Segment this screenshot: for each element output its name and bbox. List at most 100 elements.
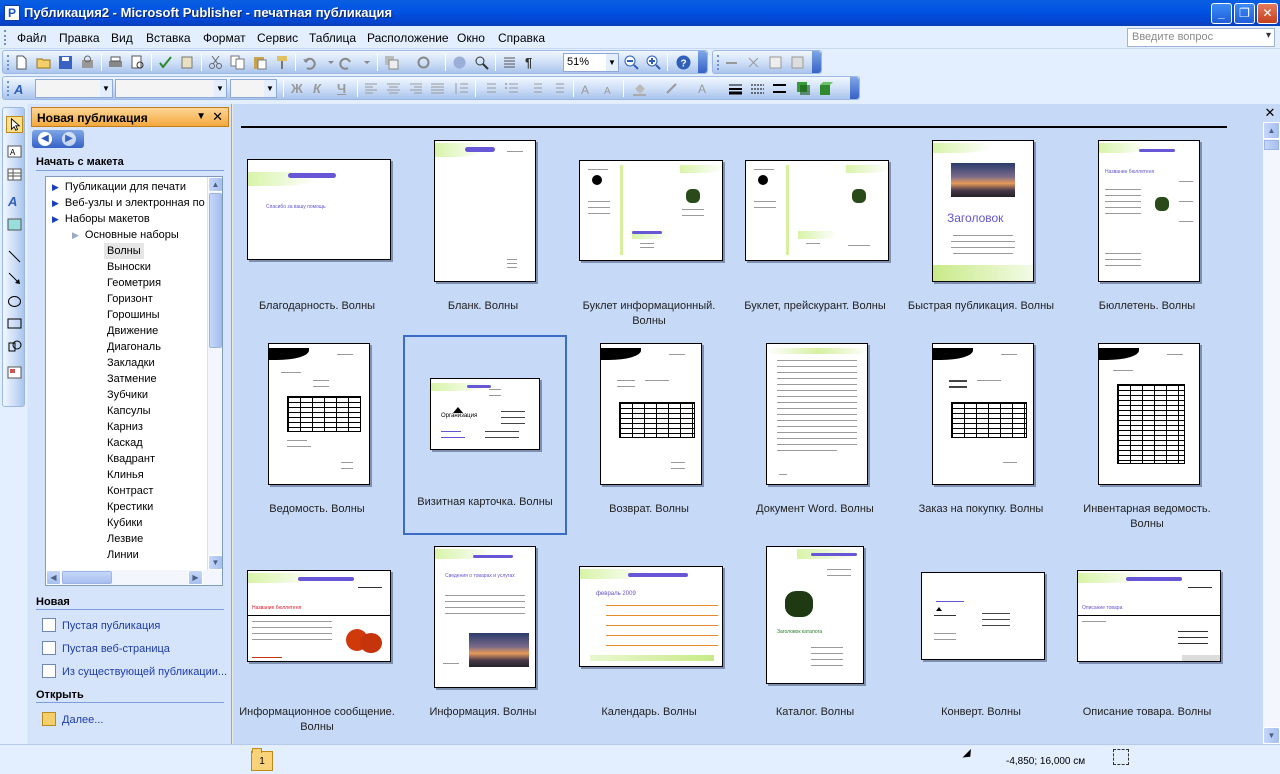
shadow-style-icon[interactable] bbox=[795, 80, 812, 97]
tree-item[interactable]: Лезвие bbox=[107, 531, 143, 547]
cut-icon[interactable] bbox=[207, 54, 224, 71]
zoom-in-icon[interactable] bbox=[645, 54, 662, 71]
tile-word-document[interactable]: Документ Word. Волны bbox=[733, 342, 897, 542]
tile-quick-publication[interactable]: Заголовок Быстрая публикация. Волны bbox=[899, 139, 1063, 339]
increase-indent-icon[interactable] bbox=[549, 80, 566, 97]
gallery-vertical-scrollbar[interactable]: ▲ ▼ bbox=[1263, 122, 1280, 744]
tile-brochure-info[interactable]: Буклет информационный. Волны bbox=[567, 139, 731, 339]
tile-envelope[interactable]: Конверт. Волны bbox=[899, 545, 1063, 745]
scroll-down-icon[interactable]: ▼ bbox=[1263, 727, 1280, 744]
italic-icon[interactable]: К bbox=[313, 81, 321, 96]
decrease-font-icon[interactable]: A bbox=[601, 80, 618, 97]
font-size-select[interactable]: ▼ bbox=[230, 79, 277, 98]
tree-horizontal-scrollbar[interactable]: ◀ ▶ bbox=[46, 570, 222, 585]
line-tool-icon[interactable] bbox=[6, 248, 23, 265]
publisher-app-icon[interactable] bbox=[4, 5, 20, 21]
tile-letterhead[interactable]: Бланк. Волны bbox=[401, 139, 565, 339]
scroll-thumb[interactable] bbox=[1264, 140, 1279, 150]
tile-newsletter[interactable]: Название бюллетеня Бюллетень. Волны bbox=[1065, 139, 1229, 339]
rectangle-tool-icon[interactable] bbox=[6, 315, 23, 332]
tree-item[interactable]: Крестики bbox=[107, 499, 153, 515]
print-preview-icon[interactable] bbox=[129, 54, 146, 71]
tree-item[interactable]: Затмение bbox=[107, 371, 157, 387]
menu-view[interactable]: Вид bbox=[111, 31, 133, 45]
forward-icon[interactable]: ▶ bbox=[62, 132, 76, 146]
line-color-icon[interactable] bbox=[663, 80, 680, 97]
scroll-right-icon[interactable]: ▶ bbox=[188, 570, 203, 585]
from-existing-link[interactable]: Из существующей публикации... bbox=[42, 664, 227, 678]
copy-icon[interactable] bbox=[229, 54, 246, 71]
tree-item[interactable]: Горизонт bbox=[107, 291, 153, 307]
menu-file[interactable]: Файл bbox=[17, 31, 47, 45]
tree-item[interactable]: Зубчики bbox=[107, 387, 148, 403]
autoshapes-tool-icon[interactable] bbox=[6, 338, 23, 355]
bring-forward-icon[interactable] bbox=[383, 54, 400, 71]
tree-item[interactable]: Квадрант bbox=[107, 451, 155, 467]
align-right-icon[interactable] bbox=[407, 80, 424, 97]
align-center-icon[interactable] bbox=[385, 80, 402, 97]
minimize-button[interactable]: _ bbox=[1211, 3, 1232, 24]
redo-icon[interactable] bbox=[337, 54, 354, 71]
scroll-up-icon[interactable]: ▲ bbox=[1263, 122, 1280, 139]
tile-statement[interactable]: Ведомость. Волны bbox=[235, 342, 399, 542]
line-spacing-icon[interactable] bbox=[453, 80, 470, 97]
increase-font-icon[interactable]: A bbox=[579, 80, 596, 97]
tree-item[interactable]: Карниз bbox=[107, 419, 143, 435]
bullets-icon[interactable] bbox=[503, 80, 520, 97]
tile-information[interactable]: Сведения о товарах и услугах Информация.… bbox=[401, 545, 565, 745]
text-box-icon[interactable] bbox=[767, 54, 784, 71]
hyperlink-icon[interactable] bbox=[451, 54, 468, 71]
tile-thanks[interactable]: Спасибо за вашу помощь Благодарность. Во… bbox=[235, 139, 399, 339]
menu-table[interactable]: Таблица bbox=[309, 31, 356, 45]
more-link[interactable]: Далее... bbox=[42, 712, 103, 726]
spelling-icon[interactable] bbox=[157, 54, 174, 71]
tile-calendar[interactable]: февраль 2009 Календарь. Волны bbox=[567, 545, 731, 745]
underline-icon[interactable]: Ч bbox=[337, 81, 346, 96]
toolbar-options-button[interactable] bbox=[698, 51, 707, 73]
menu-help[interactable]: Справка bbox=[498, 31, 545, 45]
undo-icon[interactable] bbox=[301, 54, 318, 71]
task-pane-close-icon[interactable]: ✕ bbox=[212, 109, 223, 125]
scroll-up-icon[interactable]: ▲ bbox=[208, 177, 222, 192]
scroll-thumb[interactable] bbox=[209, 193, 222, 348]
menu-window[interactable]: Окно bbox=[457, 31, 485, 45]
tree-item[interactable]: Контраст bbox=[107, 483, 153, 499]
toolbar-options-button[interactable] bbox=[812, 51, 821, 73]
toolbar-options-button[interactable] bbox=[850, 77, 859, 99]
tree-item-design-sets[interactable]: ▶ Наборы макетов bbox=[52, 211, 150, 227]
tree-item[interactable]: Диагональ bbox=[107, 339, 161, 355]
blank-publication-link[interactable]: Пустая публикация bbox=[42, 618, 160, 632]
tile-product[interactable]: Описание товара Описание товара. Волны bbox=[1065, 545, 1229, 745]
line-style-icon[interactable] bbox=[727, 80, 744, 97]
3d-style-icon[interactable] bbox=[817, 80, 834, 97]
tree-item[interactable]: Выноски bbox=[107, 259, 151, 275]
tile-refund[interactable]: Возврат. Волны bbox=[567, 342, 731, 542]
tree-item-master-sets[interactable]: ▶ Основные наборы bbox=[72, 227, 179, 243]
link-icon[interactable] bbox=[723, 54, 740, 71]
scroll-left-icon[interactable]: ◀ bbox=[46, 570, 61, 585]
menu-format[interactable]: Формат bbox=[203, 31, 246, 45]
text-box-tool-icon[interactable]: A bbox=[6, 143, 23, 160]
tile-brochure-price[interactable]: Буклет, прейскурант. Волны bbox=[733, 139, 897, 339]
research-icon[interactable] bbox=[179, 54, 196, 71]
print-icon[interactable] bbox=[107, 54, 124, 71]
permission-icon[interactable] bbox=[79, 54, 96, 71]
align-left-icon[interactable] bbox=[363, 80, 380, 97]
help-icon[interactable]: ? bbox=[675, 54, 692, 71]
tree-item[interactable]: Закладки bbox=[107, 355, 155, 371]
tree-item[interactable]: Горошины bbox=[107, 307, 160, 323]
scroll-down-icon[interactable]: ▼ bbox=[208, 555, 222, 570]
menu-insert[interactable]: Вставка bbox=[146, 31, 191, 45]
tree-item[interactable]: Капсулы bbox=[107, 403, 151, 419]
table-tool-icon[interactable] bbox=[6, 166, 23, 183]
page-navigator[interactable]: 1 bbox=[251, 748, 273, 771]
format-painter-icon[interactable] bbox=[273, 54, 290, 71]
tree-item[interactable]: Кубики bbox=[107, 515, 142, 531]
open-folder-icon[interactable] bbox=[35, 54, 52, 71]
tile-catalog[interactable]: Заголовок каталога Каталог. Волны bbox=[733, 545, 897, 745]
fill-color-icon[interactable] bbox=[631, 80, 648, 97]
numbering-icon[interactable] bbox=[481, 80, 498, 97]
zoom-icon[interactable] bbox=[473, 54, 490, 71]
toolbar-grip[interactable] bbox=[7, 81, 11, 96]
tree-item[interactable]: Клинья bbox=[107, 467, 144, 483]
